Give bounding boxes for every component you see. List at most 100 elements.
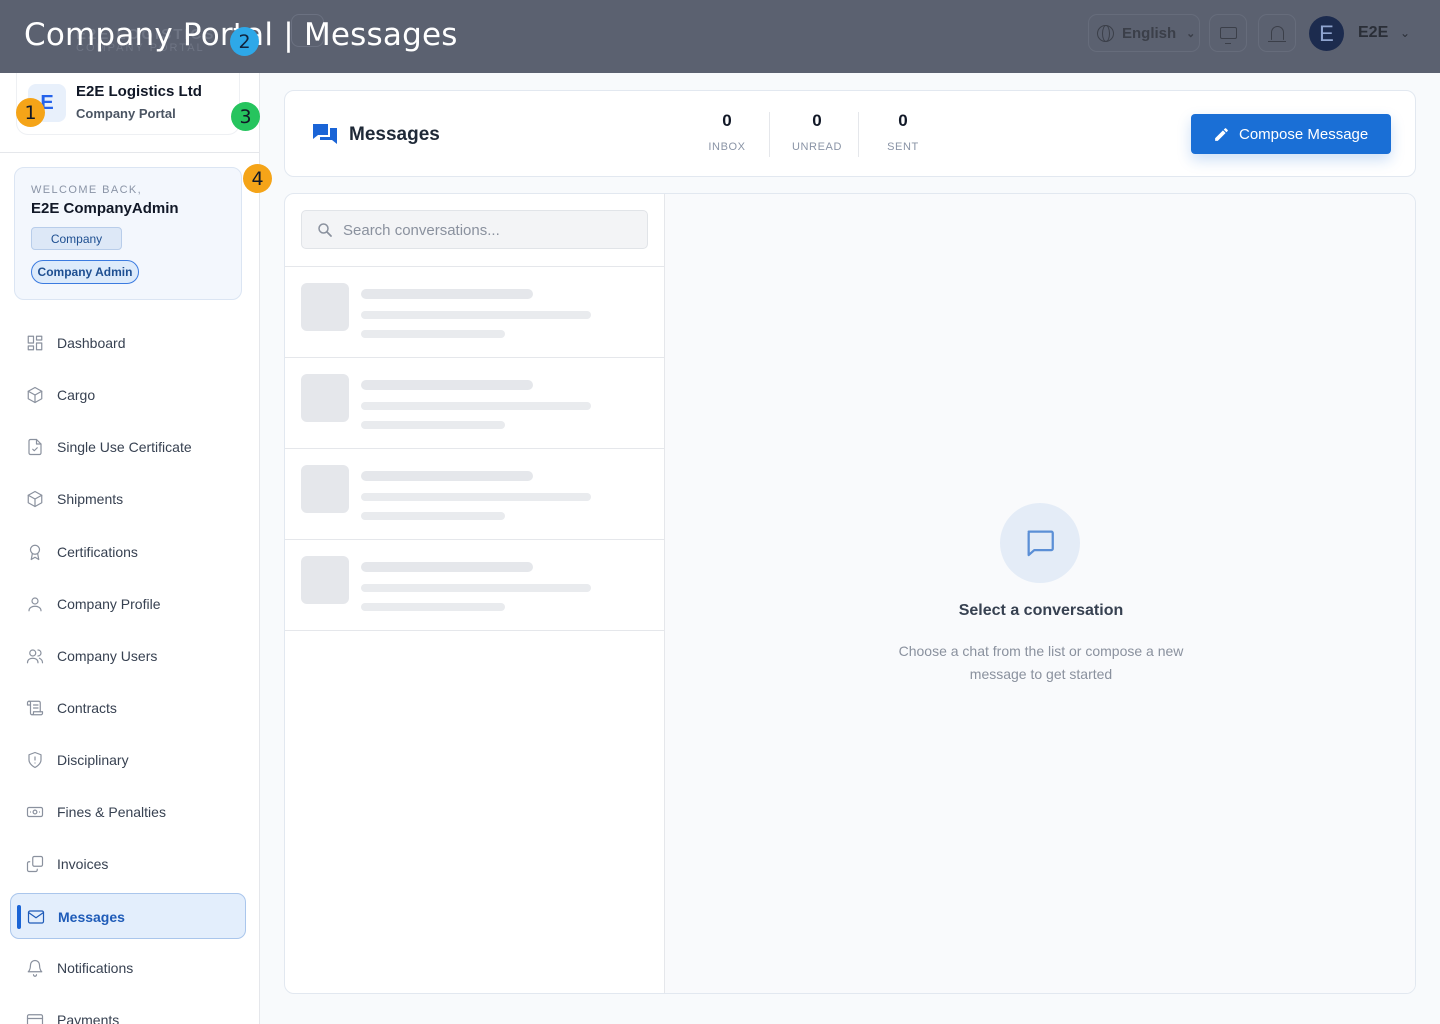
- messages-panel: Select a conversation Choose a chat from…: [284, 193, 1416, 994]
- stat-label: INBOX: [708, 141, 746, 153]
- package-icon: [26, 386, 44, 404]
- sidebar-item-label: Invoices: [57, 856, 109, 872]
- compose-message-button[interactable]: Compose Message: [1191, 114, 1391, 154]
- welcome-user: E2E CompanyAdmin: [31, 200, 179, 217]
- sidebar-item-invoices[interactable]: Invoices: [10, 841, 246, 887]
- sidebar-item-label: Company Profile: [57, 596, 161, 612]
- sidebar-item-contracts[interactable]: Contracts: [10, 685, 246, 731]
- sidebar-item-disciplinary[interactable]: Disciplinary: [10, 737, 246, 783]
- skeleton-avatar: [301, 374, 349, 422]
- stat-unread[interactable]: 0 UNREAD: [772, 111, 862, 153]
- copy-icon: [26, 855, 44, 873]
- globe-icon: [1097, 24, 1114, 42]
- sidebar-item-cargo[interactable]: Cargo: [10, 372, 246, 418]
- skeleton-line: [361, 402, 591, 410]
- skeleton-line: [361, 330, 505, 338]
- skeleton-line: [361, 380, 533, 390]
- skeleton-avatar: [301, 465, 349, 513]
- language-label: English: [1122, 24, 1177, 42]
- messages-header: Messages 0 INBOX 0 UNREAD 0 SENT Compose…: [284, 90, 1416, 177]
- skeleton-line: [361, 512, 505, 520]
- divider: [0, 152, 259, 153]
- display-toggle-button[interactable]: [1209, 14, 1247, 52]
- annotation-marker-4: 4: [243, 164, 272, 193]
- sidebar-item-single-use-certificate[interactable]: Single Use Certificate: [10, 424, 246, 470]
- mail-icon: [27, 908, 45, 926]
- search-input[interactable]: [343, 219, 633, 241]
- org-card[interactable]: E E2E Logistics Ltd Company Portal: [16, 73, 240, 135]
- sidebar: E E2E Logistics Ltd Company Portal WELCO…: [0, 73, 260, 1024]
- list-item-skeleton: [285, 540, 665, 631]
- skeleton-line: [361, 562, 533, 572]
- bell-icon: [26, 959, 44, 977]
- notifications-button[interactable]: [1258, 14, 1296, 52]
- sidebar-item-notifications[interactable]: Notifications: [10, 945, 246, 991]
- pencil-icon: [1215, 128, 1228, 141]
- skeleton-line: [361, 493, 591, 501]
- empty-state-description: Choose a chat from the list or compose a…: [898, 643, 1184, 682]
- chevron-down-icon: ⌄: [1186, 27, 1196, 40]
- sidebar-item-label: Notifications: [57, 960, 134, 976]
- search-icon: [318, 223, 332, 237]
- sidebar-item-label: Contracts: [57, 700, 117, 716]
- divider: [769, 112, 770, 157]
- skeleton-line: [361, 421, 505, 429]
- chevron-down-icon[interactable]: ⌄: [1400, 26, 1410, 40]
- stat-label: SENT: [887, 141, 919, 153]
- stat-sent[interactable]: 0 SENT: [858, 111, 948, 153]
- sidebar-item-label: Cargo: [57, 387, 96, 403]
- sidebar-item-payments[interactable]: Payments: [10, 997, 246, 1024]
- users-icon: [26, 647, 44, 665]
- search-box[interactable]: [301, 210, 648, 249]
- avatar[interactable]: E: [1309, 16, 1344, 51]
- stat-inbox[interactable]: 0 INBOX: [682, 111, 772, 153]
- sidebar-item-company-profile[interactable]: Company Profile: [10, 581, 246, 627]
- skeleton-line: [361, 584, 591, 592]
- chat-bubbles-icon: [313, 124, 337, 144]
- active-indicator: [17, 905, 21, 929]
- sidebar-item-label: Payments: [57, 1012, 120, 1024]
- sidebar-item-company-users[interactable]: Company Users: [10, 633, 246, 679]
- conversation-list: [285, 194, 665, 993]
- sidebar-item-dashboard[interactable]: Dashboard: [10, 320, 246, 366]
- stat-label: UNREAD: [791, 141, 843, 153]
- sidebar-item-label: Dashboard: [57, 335, 126, 351]
- language-selector[interactable]: English ⌄: [1088, 14, 1200, 52]
- monitor-icon: [1219, 27, 1237, 44]
- annotation-marker-3: 3: [231, 102, 260, 131]
- compose-label: Compose Message: [1239, 125, 1369, 143]
- sidebar-item-label: Certifications: [57, 544, 138, 560]
- shield-alert-icon: [26, 751, 44, 769]
- role-chip: Company: [31, 227, 122, 250]
- empty-state-badge: [1000, 503, 1080, 583]
- credit-card-icon: [26, 1011, 44, 1024]
- top-bar: E2E LOGISTICS COMPANY PORTAL Company Por…: [0, 0, 1440, 73]
- bell-icon: [1267, 26, 1286, 42]
- skeleton-avatar: [301, 283, 349, 331]
- sidebar-item-label: Shipments: [57, 491, 124, 507]
- sidebar-item-label: Company Users: [57, 648, 158, 664]
- sidebar-item-fines-penalties[interactable]: Fines & Penalties: [10, 789, 246, 835]
- list-item-skeleton: [285, 358, 665, 449]
- list-item-skeleton: [285, 449, 665, 540]
- stat-value: 0: [812, 111, 822, 130]
- role-badge: Company Admin: [31, 260, 139, 284]
- annotation-marker-2: 2: [230, 27, 259, 56]
- sidebar-item-shipments[interactable]: Shipments: [10, 476, 246, 522]
- scroll-icon: [26, 699, 44, 717]
- skeleton-line: [361, 471, 533, 481]
- sidebar-item-label: Single Use Certificate: [57, 439, 192, 455]
- user-menu-name[interactable]: E2E: [1358, 24, 1388, 42]
- sidebar-item-messages[interactable]: Messages: [10, 893, 246, 939]
- dashboard-icon: [26, 334, 44, 352]
- sidebar-item-label: Fines & Penalties: [57, 804, 166, 820]
- stat-value: 0: [898, 111, 908, 130]
- message-square-icon: [1027, 530, 1054, 557]
- skeleton-line: [361, 289, 533, 299]
- sidebar-item-label: Messages: [58, 909, 125, 925]
- conversation-detail: Select a conversation Choose a chat from…: [665, 194, 1415, 993]
- skeleton-avatar: [301, 556, 349, 604]
- list-item-skeleton: [285, 267, 665, 358]
- sidebar-item-certifications[interactable]: Certifications: [10, 529, 246, 575]
- org-name: E2E Logistics Ltd: [76, 83, 202, 100]
